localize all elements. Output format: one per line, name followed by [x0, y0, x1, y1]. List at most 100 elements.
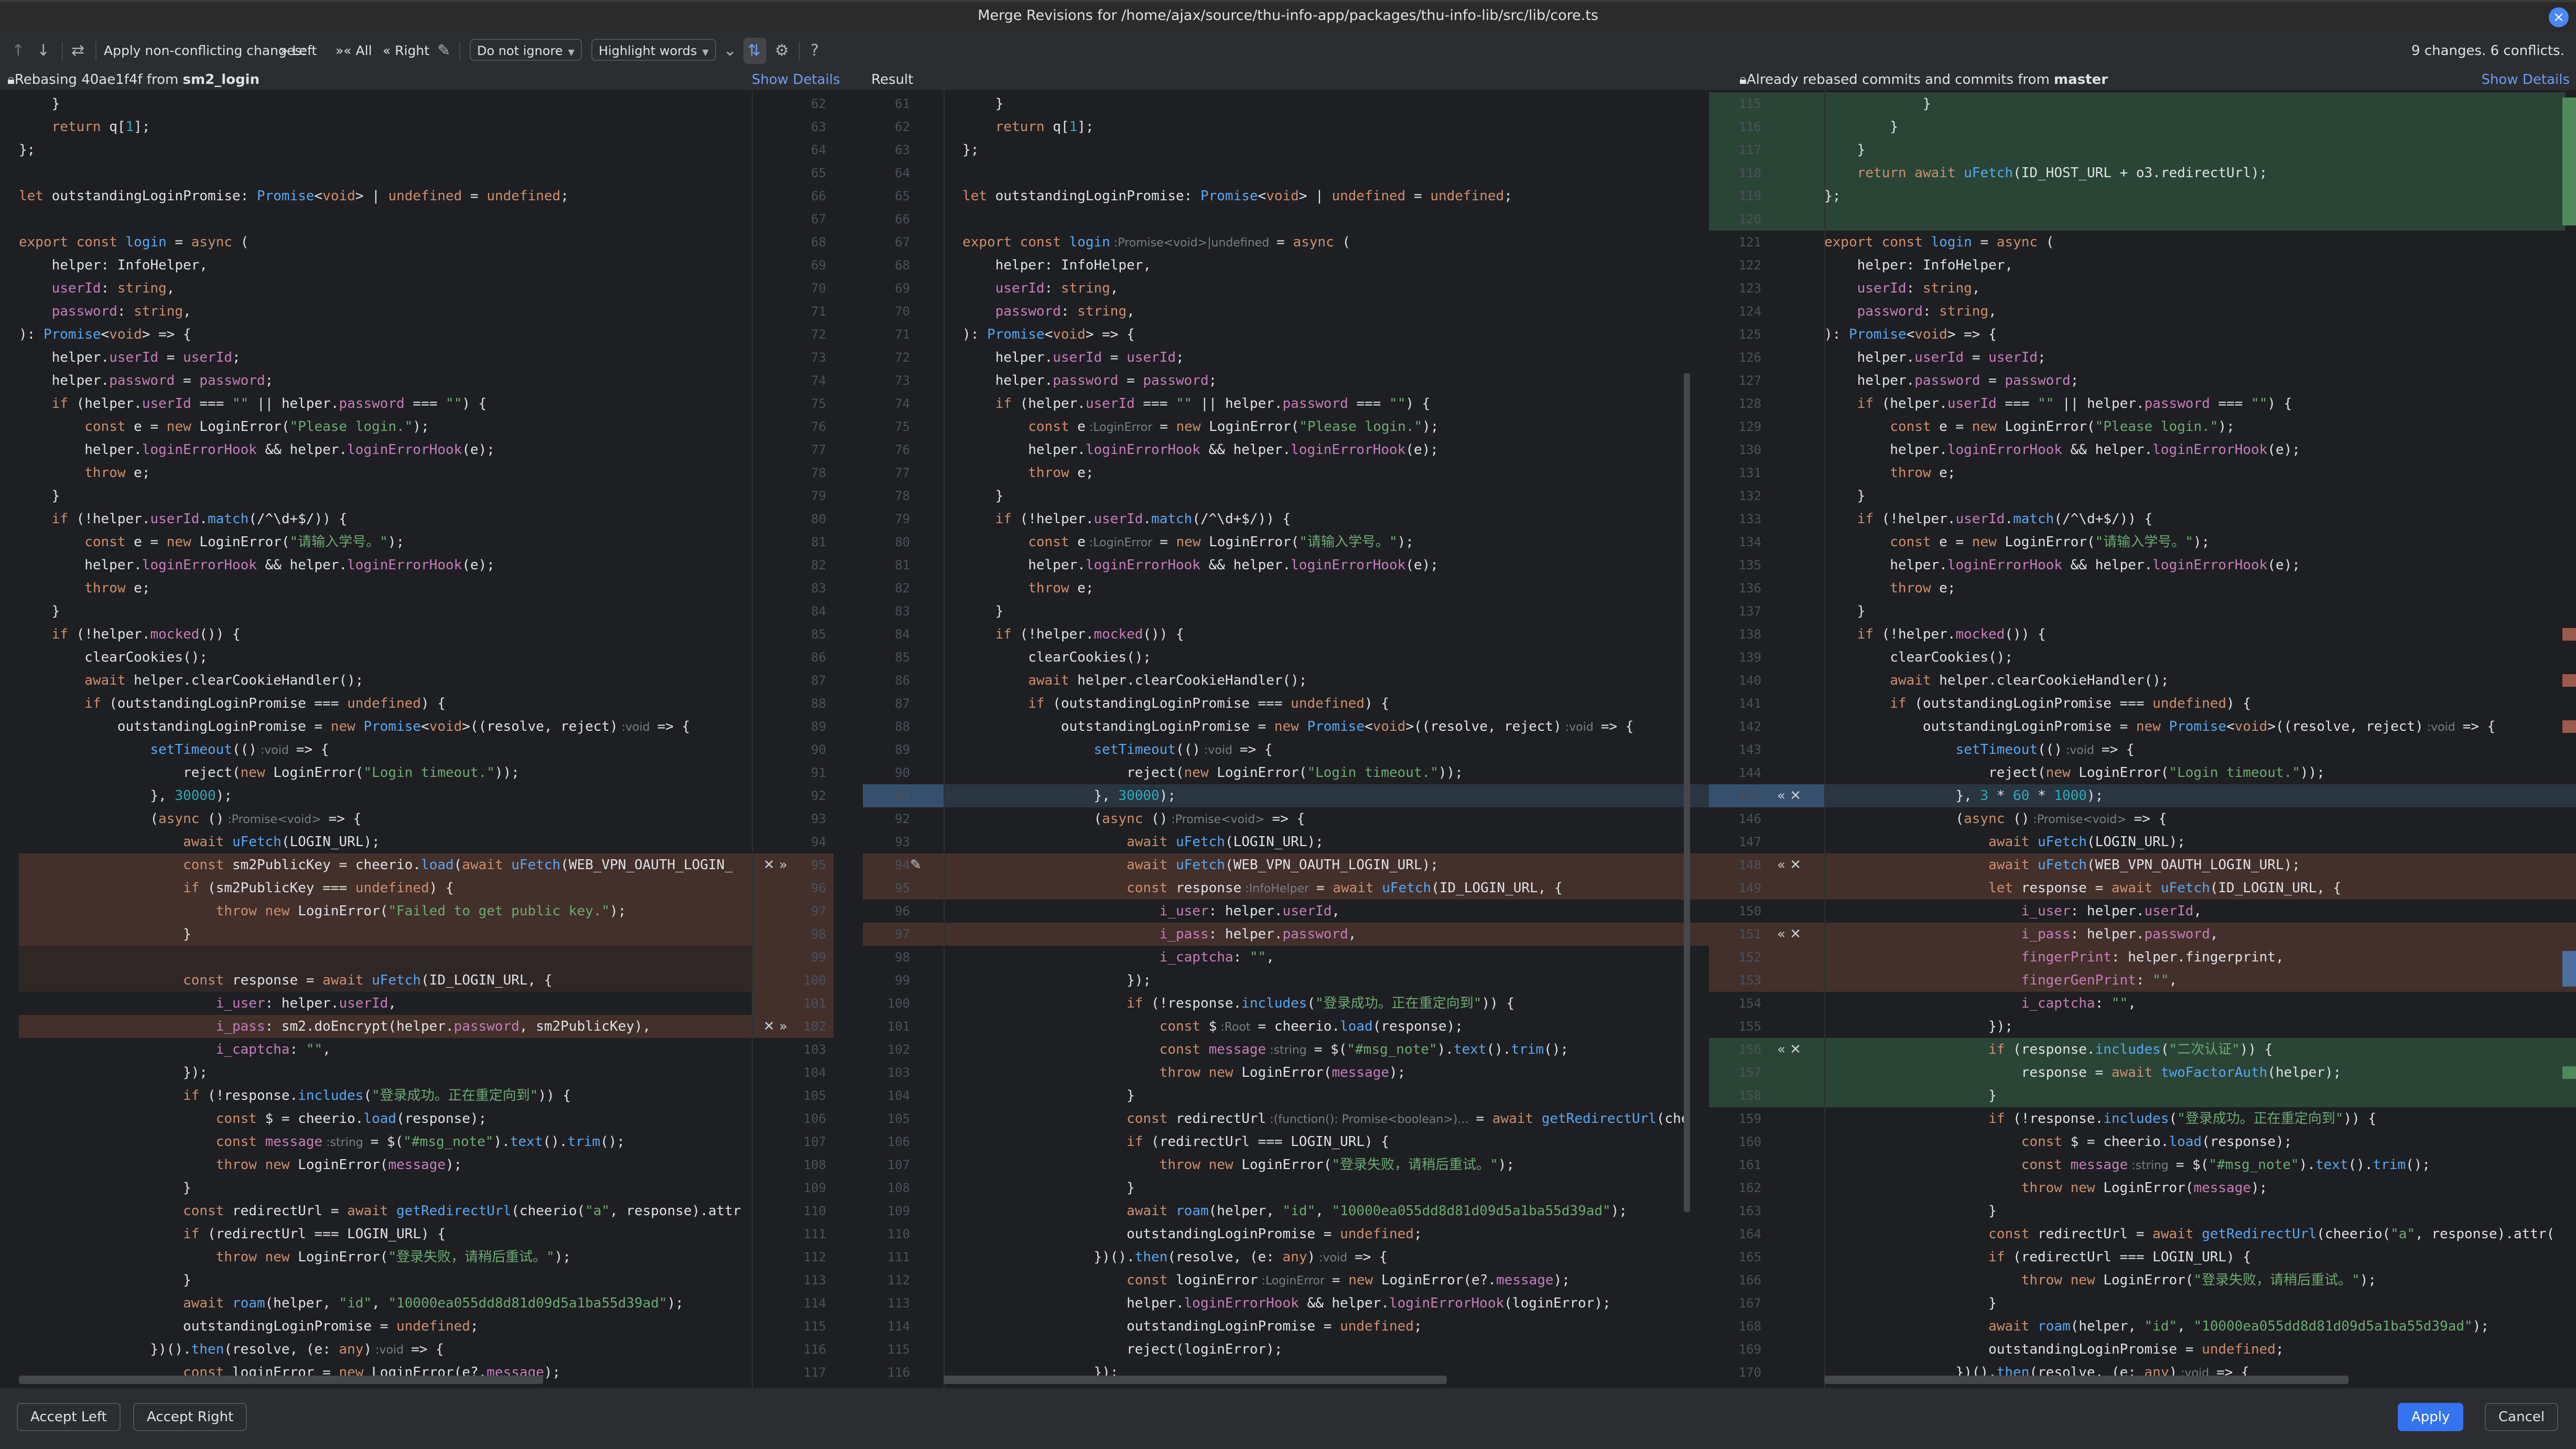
- cancel-button[interactable]: Cancel: [2485, 1403, 2559, 1431]
- code-line[interactable]: const response :InfoHelper = await uFetc…: [944, 877, 1709, 900]
- help-button[interactable]: ?: [810, 38, 819, 64]
- code-line[interactable]: fingerGenPrint: "",: [1824, 969, 2576, 992]
- code-line[interactable]: }: [0, 92, 753, 115]
- code-line[interactable]: if (helper.userId === "" || helper.passw…: [1824, 392, 2576, 415]
- code-line[interactable]: const redirectUrl = await getRedirectUrl…: [1824, 1223, 2576, 1246]
- code-line[interactable]: helper.loginErrorHook && helper.loginErr…: [944, 438, 1709, 461]
- accept-right-change-icon[interactable]: «: [1777, 926, 1785, 942]
- code-line[interactable]: }: [0, 600, 753, 623]
- code-line[interactable]: }, 30000);: [944, 784, 1709, 807]
- whitespace-ignore-select[interactable]: Do not ignore ▼: [470, 39, 582, 61]
- code-line[interactable]: }: [0, 1269, 753, 1292]
- code-line[interactable]: i_user: helper.userId,: [944, 900, 1709, 923]
- code-line[interactable]: throw e;: [1824, 461, 2576, 484]
- code-line[interactable]: helper: InfoHelper,: [944, 254, 1709, 277]
- code-line[interactable]: [0, 946, 753, 969]
- code-line[interactable]: if (helper.userId === "" || helper.passw…: [0, 392, 753, 415]
- code-line[interactable]: export const login = async (: [1824, 231, 2576, 254]
- accept-right-button[interactable]: Accept Right: [133, 1403, 247, 1431]
- code-line[interactable]: await uFetch(LOGIN_URL);: [0, 830, 753, 853]
- code-line[interactable]: }: [944, 1084, 1709, 1107]
- code-line[interactable]: if (!helper.mocked()) {: [0, 623, 753, 646]
- code-line[interactable]: i_captcha: "",: [0, 1038, 753, 1061]
- code-line[interactable]: export const login = async (: [0, 231, 753, 254]
- code-line[interactable]: setTimeout(() :void => {: [0, 738, 753, 761]
- magic-resolve-button[interactable]: ✎: [437, 38, 450, 64]
- code-line[interactable]: const e = new LoginError("请输入学号。");: [1824, 531, 2576, 554]
- code-line[interactable]: (async () :Promise<void> => {: [0, 807, 753, 830]
- highlight-mode-select[interactable]: Highlight words ▼: [591, 39, 716, 61]
- vertical-scrollbar[interactable]: [1684, 373, 1690, 1212]
- code-line[interactable]: await uFetch(WEB_VPN_OAUTH_LOGIN_URL);: [944, 853, 1709, 877]
- code-line[interactable]: helper.loginErrorHook && helper.loginErr…: [0, 1384, 753, 1388]
- code-line[interactable]: if (!response.includes("登录成功。正在重定向到")) {: [0, 1084, 753, 1107]
- code-line[interactable]: const redirectUrl = await getRedirectUrl…: [0, 1199, 753, 1223]
- code-line[interactable]: const e :LoginError = new LoginError("Pl…: [944, 415, 1709, 438]
- magic-wand-icon[interactable]: ✎: [910, 857, 922, 873]
- code-line[interactable]: setTimeout(() :void => {: [944, 738, 1709, 761]
- right-editor-pane[interactable]: } } } return await uFetch(ID_HOST_URL + …: [1824, 90, 2576, 1388]
- scrollbar-change-marker[interactable]: [2562, 951, 2576, 987]
- code-line[interactable]: outstandingLoginPromise = new Promise<vo…: [1824, 715, 2576, 738]
- code-line[interactable]: const response = await uFetch(ID_LOGIN_U…: [0, 969, 753, 992]
- result-editor-pane[interactable]: } return q[1];}; let outstandingLoginProm…: [944, 90, 1709, 1388]
- scrollbar-change-marker[interactable]: [2562, 720, 2576, 733]
- code-line[interactable]: await uFetch(LOGIN_URL);: [944, 830, 1709, 853]
- code-line[interactable]: const message :string = $("#msg_note").t…: [0, 1130, 753, 1153]
- code-line[interactable]: const $ = cheerio.load(response);: [1824, 1130, 2576, 1153]
- code-line[interactable]: helper.loginErrorHook && helper.loginErr…: [0, 554, 753, 577]
- code-line[interactable]: i_user: helper.userId,: [0, 992, 753, 1015]
- code-line[interactable]: throw new LoginError("登录失败，请稍后重试。");: [1824, 1269, 2576, 1292]
- code-line[interactable]: ): Promise<void> => {: [944, 323, 1709, 346]
- code-line[interactable]: if (!helper.userId.match(/^\d+$/)) {: [1824, 507, 2576, 531]
- code-line[interactable]: if (response.includes("二次认证")) {: [1824, 1038, 2576, 1061]
- code-line[interactable]: if (outstandingLoginPromise === undefine…: [0, 692, 753, 715]
- code-line[interactable]: const e :LoginError = new LoginError("请输…: [944, 531, 1709, 554]
- code-line[interactable]: }: [1824, 138, 2576, 161]
- code-line[interactable]: setTimeout(() :void => {: [1824, 738, 2576, 761]
- code-line[interactable]: response = await twoFactorAuth(helper);: [1824, 1061, 2576, 1084]
- code-line[interactable]: if (!helper.mocked()) {: [1824, 623, 2576, 646]
- code-line[interactable]: };: [0, 138, 753, 161]
- code-line[interactable]: outstandingLoginPromise = undefined;: [944, 1223, 1709, 1246]
- code-line[interactable]: [0, 161, 753, 185]
- code-line[interactable]: let outstandingLoginPromise: Promise<voi…: [0, 185, 753, 208]
- code-line[interactable]: const message :string = $("#msg_note").t…: [944, 1038, 1709, 1061]
- code-line[interactable]: [0, 208, 753, 231]
- code-line[interactable]: i_user: helper.userId,: [1824, 900, 2576, 923]
- code-line[interactable]: export const login :Promise<void>|undefi…: [944, 231, 1709, 254]
- code-line[interactable]: password: string,: [944, 300, 1709, 323]
- horizontal-scrollbar[interactable]: [944, 1376, 1447, 1384]
- code-line[interactable]: }: [1824, 92, 2576, 115]
- ignore-change-icon[interactable]: ✕: [1790, 1042, 1801, 1057]
- code-line[interactable]: userId: string,: [944, 277, 1709, 300]
- code-line[interactable]: throw new LoginError(message);: [944, 1061, 1709, 1084]
- left-editor-pane[interactable]: } return q[1];}; let outstandingLoginProm…: [0, 90, 753, 1388]
- code-line[interactable]: await helper.clearCookieHandler();: [944, 669, 1709, 692]
- accept-left-change-icon[interactable]: »: [779, 857, 787, 873]
- accept-right-change-icon[interactable]: «: [1777, 788, 1785, 804]
- code-line[interactable]: if (!response.includes("登录成功。正在重定向到")) {: [944, 992, 1709, 1015]
- code-line[interactable]: reject(new LoginError("Login timeout."))…: [944, 761, 1709, 784]
- code-line[interactable]: i_pass: helper.password,: [944, 923, 1709, 946]
- code-line[interactable]: await uFetch(WEB_VPN_OAUTH_LOGIN_URL);: [1824, 853, 2576, 877]
- code-line[interactable]: outstandingLoginPromise = new Promise<vo…: [0, 715, 753, 738]
- ignore-change-icon[interactable]: ✕: [1790, 857, 1801, 873]
- code-line[interactable]: return await uFetch(ID_HOST_URL + o3.red…: [1824, 161, 2576, 185]
- close-window-button[interactable]: ×: [2549, 7, 2569, 27]
- code-line[interactable]: helper: InfoHelper,: [1824, 254, 2576, 277]
- code-line[interactable]: password: string,: [0, 300, 753, 323]
- scrollbar-change-marker[interactable]: [2562, 1066, 2576, 1079]
- code-line[interactable]: }, 30000);: [0, 784, 753, 807]
- code-line[interactable]: }: [0, 923, 753, 946]
- code-line[interactable]: await helper.clearCookieHandler();: [1824, 669, 2576, 692]
- code-line[interactable]: const sm2PublicKey = cheerio.load(await …: [0, 853, 753, 877]
- code-line[interactable]: return q[1];: [0, 115, 753, 138]
- code-line[interactable]: helper.loginErrorHook && helper.loginErr…: [944, 1292, 1709, 1315]
- apply-all-button[interactable]: »« All: [335, 38, 372, 64]
- code-line[interactable]: [1824, 208, 2576, 231]
- next-change-button[interactable]: ↓: [37, 38, 50, 64]
- code-line[interactable]: const message :string = $("#msg_note").t…: [1824, 1153, 2576, 1176]
- ignore-change-icon[interactable]: ✕: [1790, 926, 1801, 942]
- code-line[interactable]: return q[1];: [944, 115, 1709, 138]
